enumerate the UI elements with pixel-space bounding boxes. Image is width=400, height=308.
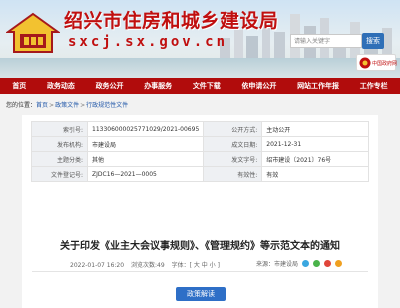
registration-no-value: ZJDC16—2021—0005 xyxy=(86,166,205,182)
search-input[interactable]: 请输入关键字 xyxy=(290,34,362,48)
river-band xyxy=(0,58,400,78)
site-url: sxcj.sx.gov.cn xyxy=(68,34,229,50)
doc-number-label: 发文字号: xyxy=(203,151,263,167)
written-date-label: 成文日期: xyxy=(203,136,263,152)
breadcrumb-normative-files[interactable]: 行政规范性文件 xyxy=(86,102,128,109)
share-bar: 来源：市建设局 xyxy=(256,259,343,268)
nav-item-news[interactable]: 政务动态 xyxy=(47,81,75,91)
search-button[interactable]: 搜索 xyxy=(362,33,384,49)
font-size-switcher[interactable]: 字体：[ 大 中 小 ] xyxy=(172,262,220,269)
source-label: 来源：市建设局 xyxy=(256,261,299,268)
nav-item-request-disclosure[interactable]: 依申请公开 xyxy=(241,81,276,91)
qzone-share-icon[interactable] xyxy=(335,260,343,267)
disclosure-method-label: 公开方式: xyxy=(203,121,263,137)
national-emblem-icon xyxy=(359,57,371,69)
gov-portal-badge[interactable]: 中国政府网 xyxy=(356,54,398,71)
publish-date: 2022-01-07 16:20 xyxy=(70,262,125,269)
disclosure-method-value: 主动公开 xyxy=(261,121,369,137)
breadcrumb-home[interactable]: 首页 xyxy=(36,102,48,109)
site-title: 绍兴市住房和城乡建设局 xyxy=(64,10,279,32)
publisher-value: 市建设局 xyxy=(86,136,205,152)
breadcrumb-prefix: 您的位置： xyxy=(6,102,37,109)
written-date-value: 2021-12-31 xyxy=(261,136,369,152)
validity-label: 有效性: xyxy=(203,166,263,182)
nav-item-columns[interactable]: 工作专栏 xyxy=(360,81,388,91)
topic-value: 其他 xyxy=(86,151,205,167)
nav-item-home[interactable]: 首页 xyxy=(12,81,26,91)
registration-no-label: 文件登记号: xyxy=(31,166,88,182)
government-emblem-icon xyxy=(6,12,60,53)
publisher-label: 发布机构: xyxy=(31,136,88,152)
topic-label: 主题分类: xyxy=(31,151,88,167)
policy-interpretation-button[interactable]: 政策解读 xyxy=(176,287,226,301)
doc-number-value: 绍市建设〔2021〕76号 xyxy=(261,151,369,167)
document-card: 索引号: 11330600002577102​9/2021-00695 公开方式… xyxy=(22,115,378,308)
index-no-label: 索引号: xyxy=(31,121,88,137)
gov-portal-label: 中国政府网 xyxy=(372,61,398,67)
validity-value: 有效 xyxy=(261,166,369,182)
wechat-share-icon[interactable] xyxy=(313,260,321,267)
nav-item-annual-report[interactable]: 网站工作年报 xyxy=(297,81,339,91)
breadcrumb: 您的位置：首页>政策文件>行政规范性文件 xyxy=(6,102,129,109)
table-row: 索引号: 11330600002577102​9/2021-00695 公开方式… xyxy=(31,121,369,137)
nav-item-disclosure[interactable]: 政务公开 xyxy=(96,81,124,91)
header-banner: 绍兴市住房和城乡建设局 sxcj.sx.gov.cn 请输入关键字 搜索 中国政… xyxy=(0,0,400,78)
table-row: 发布机构: 市建设局 成文日期: 2021-12-31 xyxy=(31,136,369,152)
table-row: 文件登记号: ZJDC16—2021—0005 有效性: 有效 xyxy=(31,166,369,182)
breadcrumb-policy-files[interactable]: 政策文件 xyxy=(55,102,79,109)
main-nav: 首页 政务动态 政务公开 办事服务 文件下载 依申请公开 网站工作年报 工作专栏 xyxy=(0,78,400,94)
document-title: 关于印发《业主大会议事规则》、《管理规约》等示范文本的通知 xyxy=(60,241,340,252)
qq-share-icon[interactable] xyxy=(324,260,332,267)
nav-item-services[interactable]: 办事服务 xyxy=(144,81,172,91)
divider xyxy=(32,271,368,272)
table-row: 主题分类: 其他 发文字号: 绍市建设〔2021〕76号 xyxy=(31,151,369,167)
nav-item-downloads[interactable]: 文件下载 xyxy=(193,81,221,91)
view-count: 浏览次数:49 xyxy=(131,262,165,269)
document-metadata-table: 索引号: 11330600002577102​9/2021-00695 公开方式… xyxy=(31,121,369,182)
index-no-value: 11330600002577102​9/2021-00695 xyxy=(86,121,205,137)
weibo-share-icon[interactable] xyxy=(302,260,310,267)
